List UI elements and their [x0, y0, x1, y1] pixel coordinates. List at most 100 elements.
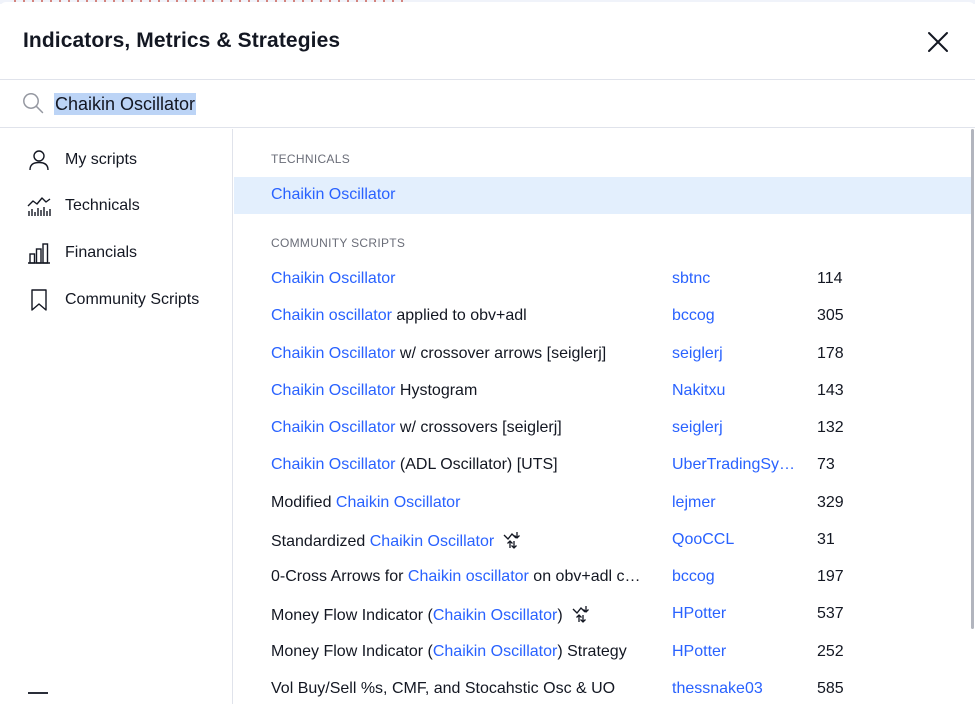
script-name: Standardized Chaikin Oscillator — [271, 531, 522, 551]
script-name-match: Chaikin Oscillator — [432, 642, 558, 660]
script-name: Money Flow Indicator (Chaikin Oscillator… — [271, 605, 591, 625]
bar-chart-icon — [28, 243, 50, 264]
script-name: Chaikin Oscillator w/ crossovers [seigle… — [271, 419, 562, 437]
search-input[interactable] — [54, 91, 934, 117]
bookmark-icon — [31, 289, 47, 311]
script-name: Modified Chaikin Oscillator — [271, 494, 460, 512]
script-author-link[interactable]: seiglerj — [672, 345, 723, 363]
dialog-title: Indicators, Metrics & Strategies — [23, 29, 341, 52]
section-label-community-scripts: COMMUNITY SCRIPTS — [271, 236, 406, 250]
script-name-match: Chaikin Oscillator — [432, 607, 558, 625]
indicators-dialog: Indicators, Metrics & Strategies Chaikin… — [0, 2, 975, 704]
strategy-arrows-icon — [572, 606, 589, 624]
script-name: Chaikin oscillator applied to obv+adl — [271, 307, 527, 325]
script-row[interactable]: Money Flow Indicator (Chaikin Oscillator… — [234, 634, 972, 671]
script-author-link[interactable]: seiglerj — [672, 419, 723, 437]
script-name-prefix: Modified — [271, 493, 336, 511]
script-name-prefix: Money Flow Indicator ( — [271, 642, 433, 660]
script-likes-count: 305 — [817, 307, 844, 325]
script-name: 0-Cross Arrows for Chaikin oscillator on… — [271, 568, 640, 586]
script-author-link[interactable]: bccog — [672, 307, 715, 325]
script-likes-count: 178 — [817, 344, 844, 362]
script-name: Vol Buy/Sell %s, CMF, and Stocahstic Osc… — [271, 680, 615, 698]
script-row[interactable]: Chaikin Oscillator (ADL Oscillator) [UTS… — [234, 447, 972, 484]
script-likes-count: 585 — [817, 679, 844, 697]
user-icon — [29, 150, 49, 171]
script-name-match: Chaikin Oscillator — [271, 419, 396, 436]
script-likes-count: 197 — [817, 568, 844, 585]
script-name-match: Chaikin oscillator — [271, 307, 392, 325]
script-name-prefix: Standardized — [271, 532, 370, 550]
sidebar-item-community-scripts[interactable]: Community Scripts — [0, 278, 232, 322]
script-row[interactable]: Chaikin Oscillator Hystogram Nakitxu 143 — [234, 373, 972, 410]
script-author-link[interactable]: HPotter — [672, 643, 726, 661]
sidebar-item-label: Technicals — [65, 197, 140, 214]
script-row[interactable]: Money Flow Indicator (Chaikin Oscillator… — [234, 596, 972, 633]
script-author-link[interactable]: UberTradingSy… — [672, 456, 795, 474]
sidebar-item-label: My scripts — [65, 151, 137, 168]
script-name-match: Chaikin Oscillator — [335, 493, 461, 511]
sidebar-item-financials[interactable]: Financials — [0, 231, 232, 275]
script-name: Chaikin Oscillator (ADL Oscillator) [UTS… — [271, 456, 558, 474]
script-likes-count: 73 — [817, 456, 835, 474]
script-row[interactable]: 0-Cross Arrows for Chaikin oscillator on… — [234, 559, 972, 596]
script-name-match: Chaikin Oscillator — [271, 186, 396, 203]
script-row[interactable]: Chaikin Oscillator — [234, 177, 972, 214]
script-author-link[interactable]: QooCCL — [672, 531, 734, 549]
background-footer-fragment — [28, 692, 48, 694]
script-author-link[interactable]: Nakitxu — [672, 382, 725, 400]
technicals-chart-icon — [27, 197, 51, 216]
strategy-arrows-icon — [503, 531, 521, 549]
script-likes-count: 537 — [817, 605, 844, 623]
script-name-suffix: w/ crossovers [seiglerj] — [395, 419, 562, 436]
script-name-match: Chaikin Oscillator — [271, 270, 396, 287]
dialog-header: Indicators, Metrics & Strategies — [0, 2, 975, 80]
script-author-link[interactable]: HPotter — [672, 605, 726, 623]
category-sidebar: My scripts Technicals Financials Communi… — [0, 129, 233, 704]
script-author-link[interactable]: lejmer — [672, 494, 716, 512]
sidebar-item-label: Community Scripts — [65, 291, 200, 308]
script-name-match: Chaikin Oscillator — [271, 344, 396, 362]
close-button[interactable] — [922, 26, 954, 58]
sidebar-item-my-scripts[interactable]: My scripts — [0, 138, 232, 182]
script-name-suffix: (ADL Oscillator) [UTS] — [395, 456, 558, 474]
script-likes-count: 252 — [817, 642, 844, 660]
script-name-match: Chaikin Oscillator — [271, 381, 396, 399]
script-name-match: Chaikin Oscillator — [271, 456, 396, 474]
script-likes-count: 329 — [817, 493, 844, 511]
script-name-suffix: applied to obv+adl — [391, 307, 527, 325]
script-name: Money Flow Indicator (Chaikin Oscillator… — [271, 643, 627, 661]
script-name-suffix: w/ crossover arrows [seiglerj] — [395, 344, 607, 362]
script-name: Chaikin Oscillator — [271, 270, 395, 288]
script-name: Chaikin Oscillator w/ crossover arrows [… — [271, 345, 606, 363]
script-name-match: Chaikin oscillator — [407, 568, 529, 585]
search-bar: Chaikin Oscillator — [0, 80, 975, 128]
script-likes-count: 132 — [817, 419, 844, 436]
script-author-link[interactable]: thessnake03 — [672, 680, 763, 698]
script-author-link[interactable]: sbtnc — [672, 270, 710, 288]
script-likes-count: 143 — [817, 381, 844, 399]
script-row[interactable]: Vol Buy/Sell %s, CMF, and Stocahstic Osc… — [234, 671, 972, 704]
script-name-prefix: Vol Buy/Sell %s, CMF, and Stocahstic Osc… — [271, 679, 616, 697]
script-author-link[interactable]: bccog — [672, 568, 715, 586]
script-row[interactable]: Chaikin Oscillator sbtnc 114 — [234, 261, 972, 298]
script-row[interactable]: Chaikin Oscillator w/ crossover arrows [… — [234, 336, 972, 373]
script-name-suffix: ) Strategy — [557, 642, 627, 660]
script-name-suffix: Hystogram — [395, 381, 478, 399]
script-row[interactable]: Chaikin oscillator applied to obv+adl bcc… — [234, 298, 972, 335]
script-name-prefix: Money Flow Indicator ( — [271, 607, 433, 625]
script-name: Chaikin Oscillator — [271, 186, 395, 204]
results-scrollbar[interactable] — [971, 129, 974, 629]
script-name: Chaikin Oscillator Hystogram — [271, 382, 477, 400]
script-name-prefix: 0-Cross Arrows for — [271, 568, 408, 585]
section-label-technicals: TECHNICALS — [271, 152, 351, 166]
script-name-match: Chaikin Oscillator — [369, 532, 495, 550]
results-panel: TECHNICALS Chaikin Oscillator COMMUNITY … — [234, 129, 975, 704]
script-row[interactable]: Modified Chaikin Oscillator lejmer 329 — [234, 485, 972, 522]
sidebar-item-label: Financials — [65, 244, 138, 261]
script-row[interactable]: Chaikin Oscillator w/ crossovers [seigle… — [234, 410, 972, 447]
script-row[interactable]: Standardized Chaikin Oscillator QooCCL 31 — [234, 522, 972, 559]
script-name-suffix: ) — [557, 607, 563, 625]
sidebar-item-technicals[interactable]: Technicals — [0, 184, 232, 228]
script-likes-count: 31 — [817, 530, 835, 548]
